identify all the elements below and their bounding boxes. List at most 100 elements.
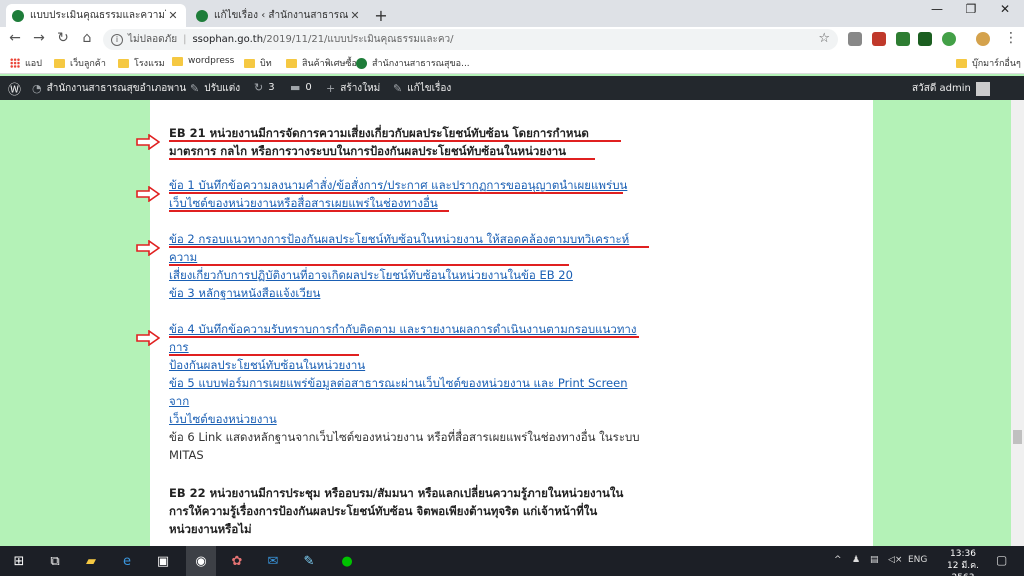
- close-window-button[interactable]: ✕: [990, 2, 1020, 16]
- grammar-extension-icon[interactable]: [942, 32, 956, 46]
- notification-icon[interactable]: ▢: [996, 553, 1007, 567]
- extension-icon[interactable]: [848, 32, 862, 46]
- bookmark-folder[interactable]: สินค้าพิเศษซื้อ: [286, 56, 357, 70]
- paint-icon[interactable]: ✿: [228, 552, 246, 570]
- site-favicon: [12, 9, 24, 22]
- store-icon[interactable]: ▣: [154, 552, 172, 570]
- language-indicator[interactable]: ENG: [908, 555, 927, 565]
- profile-avatar[interactable]: [976, 32, 990, 46]
- network-icon[interactable]: ▤: [870, 555, 879, 565]
- start-icon[interactable]: ⊞: [10, 552, 28, 570]
- folder-icon: [172, 56, 183, 66]
- updates-link[interactable]: ↻ 3: [254, 81, 275, 94]
- new-tab-button[interactable]: +: [372, 6, 390, 25]
- page-scrollbar[interactable]: [1011, 100, 1024, 546]
- mail-icon[interactable]: ✉: [264, 552, 282, 570]
- content-link[interactable]: ข้อ 5 แบบฟอร์มการเผยแพร่ข้อมูลต่อสาธารณะ…: [169, 374, 649, 410]
- taskbar-clock[interactable]: 13:36 12 มี.ค. 2563: [940, 548, 986, 576]
- avatar: [975, 81, 990, 96]
- wordpress-logo-icon[interactable]: Ⓦ: [8, 79, 21, 98]
- file-explorer-icon[interactable]: ▰: [82, 552, 100, 570]
- line-icon[interactable]: ●: [338, 552, 356, 570]
- admin-site-name[interactable]: ◔ สำนักงานสาธารณสุขอำเภอพาน: [32, 81, 186, 96]
- content-link-paragraph[interactable]: ข้อ 1 บันทึกข้อความลงนามคำสั่ง/ข้อสั่งกา…: [169, 176, 649, 212]
- red-arrow-icon: [136, 240, 160, 256]
- red-underline-annotation: [169, 192, 623, 194]
- red-arrow-icon: [136, 330, 160, 346]
- info-icon[interactable]: i: [111, 33, 123, 46]
- edit-post-link[interactable]: ✎ แก้ไขเรื่อง: [393, 81, 451, 96]
- bookmark-label: เว็บลูกค้า: [70, 59, 106, 69]
- content-link-paragraph[interactable]: ข้อ 2 กรอบแนวทางการป้องกันผลประโยชน์ทับซ…: [169, 230, 649, 284]
- chrome-icon[interactable]: ◉: [186, 546, 216, 576]
- url-path: /2019/11/21/แบบประเมินคุณธรรมและคว/: [263, 34, 454, 45]
- new-label: สร้างใหม่: [340, 83, 381, 94]
- back-icon[interactable]: ←: [6, 30, 24, 46]
- scrollbar-thumb[interactable]: [1013, 430, 1022, 444]
- content-link[interactable]: ข้อ 2 กรอบแนวทางการป้องกันผลประโยชน์ทับซ…: [169, 230, 649, 266]
- other-bookmarks[interactable]: บุ๊กมาร์กอื่นๆ: [956, 56, 1021, 70]
- refresh-icon: ↻: [254, 81, 264, 94]
- pdf-extension-icon[interactable]: [872, 32, 886, 46]
- bookmark-label: wordpress: [188, 56, 235, 66]
- red-arrow-icon: [136, 186, 160, 202]
- bookmark-folder[interactable]: wordpress: [172, 56, 234, 66]
- home-icon[interactable]: ⌂: [78, 30, 96, 46]
- comments-link[interactable]: ▬ 0: [290, 81, 312, 94]
- people-icon[interactable]: ♟: [852, 555, 860, 565]
- tab-inactive[interactable]: แก้ไขเรื่อง ‹ สำนักงานสาธารณสุขอำเภ ✕: [190, 4, 368, 27]
- photos-icon[interactable]: ✎: [300, 552, 318, 570]
- download-extension-icon[interactable]: [918, 32, 932, 46]
- task-view-icon[interactable]: ⧉: [46, 552, 64, 570]
- close-tab-icon[interactable]: ✕: [348, 9, 362, 22]
- reload-icon[interactable]: ↻: [54, 30, 72, 46]
- content-link[interactable]: ป้องกันผลประโยชน์ทับซ้อนในหน่วยงาน: [169, 356, 649, 374]
- content-link[interactable]: ข้อ 4 บันทึกข้อความรับทราบการกำกับติดตาม…: [169, 320, 649, 356]
- edge-icon[interactable]: e: [118, 552, 136, 570]
- content-line: MITAS: [169, 448, 204, 462]
- folder-icon: [244, 58, 255, 68]
- wp-admin-bar: Ⓦ ◔ สำนักงานสาธารณสุขอำเภอพาน ✎ ปรับแต่ง ↻…: [0, 76, 1024, 100]
- address-bar[interactable]: i ไม่ปลอดภัย | ssophan.go.th /2019/11/21…: [103, 29, 838, 50]
- site-favicon: [196, 9, 208, 22]
- red-underline-annotation: [169, 246, 649, 248]
- restore-button[interactable]: ❐: [956, 2, 986, 16]
- content-link[interactable]: เสี่ยงเกี่ยวกับการปฏิบัติงานที่อาจเกิดผล…: [169, 266, 649, 284]
- bookmark-folder[interactable]: บิท: [244, 56, 272, 70]
- plus-icon: +: [326, 82, 336, 95]
- updates-count: 3: [268, 82, 275, 93]
- bookmark-label: บิท: [260, 59, 272, 69]
- bookmarks-bar: แอป เว็บลูกค้า โรงแรม wordpress บิท สินค…: [0, 52, 1024, 74]
- content-link-paragraph[interactable]: ข้อ 5 แบบฟอร์มการเผยแพร่ข้อมูลต่อสาธารณะ…: [169, 374, 649, 428]
- new-content-link[interactable]: + สร้างใหม่: [326, 81, 380, 96]
- close-tab-icon[interactable]: ✕: [166, 9, 180, 22]
- security-label[interactable]: ไม่ปลอดภัย: [128, 32, 177, 47]
- content-paragraph: EB 21 หน่วยงานมีการจัดการความเสี่ยงเกี่ย…: [169, 124, 649, 160]
- bookmark-site[interactable]: สำนักงานสาธารณสุขอ...: [356, 56, 470, 70]
- customize-link[interactable]: ✎ ปรับแต่ง: [190, 81, 240, 96]
- red-underline-annotation: [169, 158, 595, 160]
- content-link[interactable]: ข้อ 3 หลักฐานหนังสือแจ้งเวียน: [169, 284, 649, 302]
- volume-icon[interactable]: ◁×: [888, 555, 902, 565]
- menu-icon[interactable]: ⋮: [1002, 30, 1020, 46]
- folder-icon: [118, 58, 129, 68]
- content-link-paragraph[interactable]: ข้อ 3 หลักฐานหนังสือแจ้งเวียน: [169, 284, 649, 302]
- windows-taskbar: ⊞ ⧉ ▰ e ▣ ◉ ✿ ✉ ✎ ● ^ ♟ ▤ ◁× ENG 13:36 1…: [0, 546, 1024, 576]
- apps-grid-icon: [10, 58, 20, 68]
- content-link[interactable]: เว็บไซต์ของหน่วยงาน: [169, 410, 649, 428]
- content-link-paragraph[interactable]: ข้อ 4 บันทึกข้อความรับทราบการกำกับติดตาม…: [169, 320, 649, 374]
- minimize-button[interactable]: —: [922, 2, 952, 16]
- my-account[interactable]: สวัสดี admin: [912, 81, 990, 96]
- forward-icon[interactable]: →: [30, 30, 48, 46]
- tab-strip: แบบประเมินคุณธรรมและความโปร่งใสฯ ✕ แก้ไข…: [0, 0, 1024, 27]
- greeting-label: สวัสดี admin: [912, 83, 971, 94]
- tray-expand-icon[interactable]: ^: [834, 555, 842, 565]
- bookmark-apps[interactable]: แอป: [10, 56, 42, 70]
- extension-icon[interactable]: [896, 32, 910, 46]
- dashboard-icon: ◔: [32, 82, 42, 95]
- bookmark-folder[interactable]: โรงแรม: [118, 56, 165, 70]
- tab-active[interactable]: แบบประเมินคุณธรรมและความโปร่งใสฯ ✕: [6, 4, 186, 27]
- bookmark-folder[interactable]: เว็บลูกค้า: [54, 56, 106, 70]
- bookmark-star-icon[interactable]: ☆: [818, 31, 830, 46]
- content-line: การให้ความรู้เรื่องการป้องกันผลประโยชน์ท…: [169, 504, 598, 518]
